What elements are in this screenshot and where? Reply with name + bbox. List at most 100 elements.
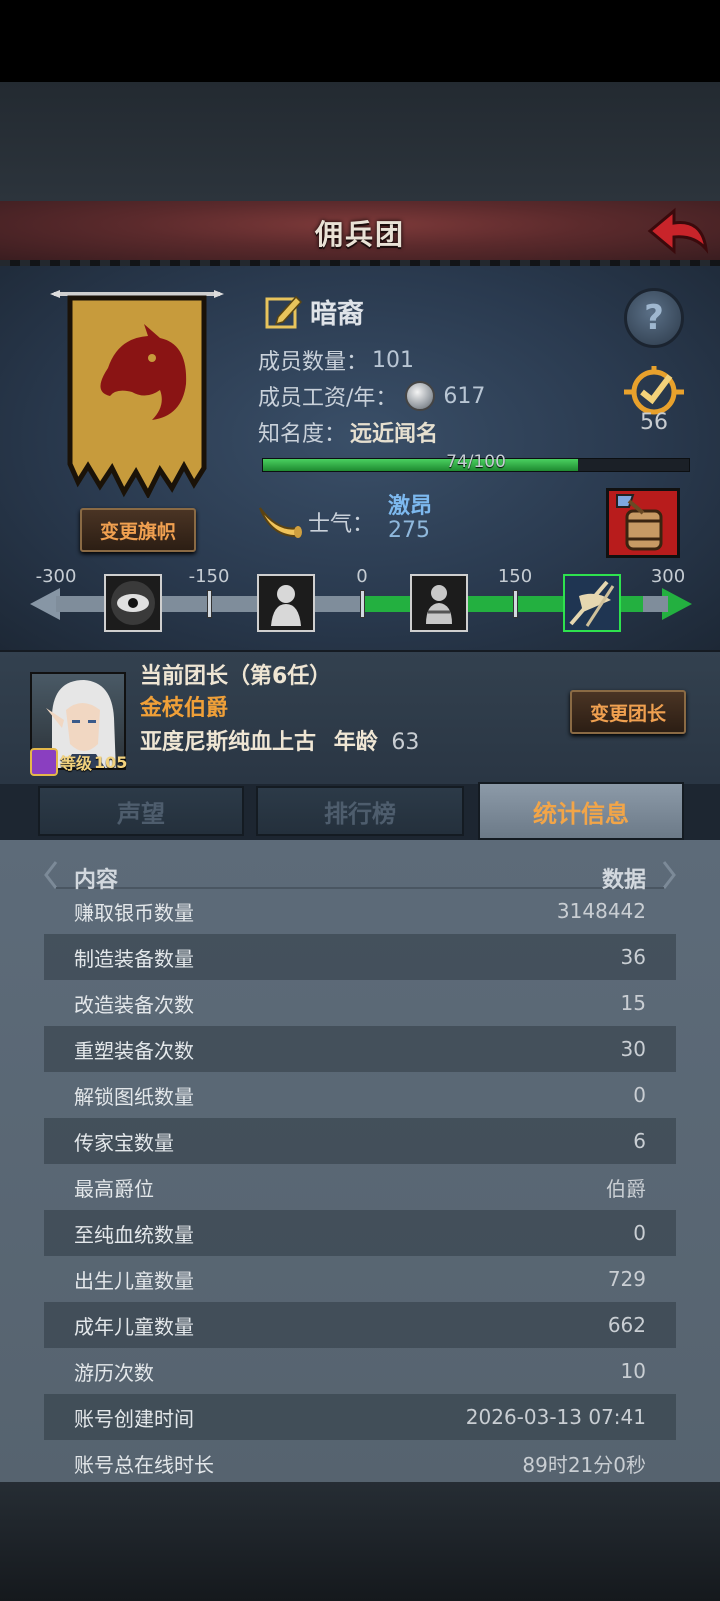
fame-level: 远近闻名 [350,422,439,447]
title-bar: 佣兵团 [0,201,720,266]
stat-value: 729 [607,1267,646,1291]
stat-name: 账号总在线时长 [74,1452,214,1475]
morale-tick-label: 300 [650,566,686,587]
table-row: 解锁图纸数量 0 [44,1072,676,1118]
table-row: 改造装备次数 15 [44,980,676,1026]
morale-tick-label: -150 [188,566,230,587]
stat-name: 赚取银币数量 [74,900,194,925]
bottom-backdrop [0,1482,720,1601]
barrel-axe-icon [616,494,663,551]
morale-tick-label: 150 [497,566,533,587]
table-row: 至纯血统数量 0 [44,1210,676,1256]
stat-name: 至纯血统数量 [74,1222,194,1247]
statistics-list[interactable]: 赚取银币数量 3148442 制造装备数量 36 改造装备次数 15 重塑装备次数 30 解锁图… [44,900,676,1474]
column-content-header: 内容 [74,868,119,893]
morale-event-button[interactable] [606,488,680,558]
table-row: 账号总在线时长 89时21分0秒 [44,1440,676,1475]
tab-statistics[interactable]: 统计信息 [478,782,684,840]
stat-name: 成年儿童数量 [74,1314,194,1339]
stat-value: 662 [607,1313,646,1337]
tab-bar: 声望 排行榜 统计信息 [0,782,720,840]
change-leader-button[interactable]: 变更团长 [570,690,686,734]
back-button[interactable] [644,205,712,259]
silver-coin-icon [405,381,436,411]
stat-value: 6 [633,1129,646,1153]
help-button[interactable]: ? [624,288,684,348]
company-name-row: 暗裔 [264,292,364,331]
eye-icon[interactable] [103,574,162,632]
leader-rank: 金枝伯爵 [140,696,229,721]
morale-row: 士气： 激昂 275 [258,492,608,550]
war-horn-icon [259,507,302,538]
table-row: 传家宝数量 6 [44,1118,676,1164]
stat-name: 解锁图纸数量 [74,1084,194,1109]
table-header-frame [44,861,676,889]
leader-panel: 等级 105 当前团长（第6任） 金枝伯爵 亚度尼斯纯血上古 年龄 63 变更团长 [0,650,720,784]
status-bar-area [0,0,720,82]
leader-title: 当前团长（第6任） [140,664,332,689]
table-row: 成年儿童数量 662 [44,1302,676,1348]
leader-lineage: 亚度尼斯纯血上古 [140,730,317,755]
calm-figure-icon[interactable] [409,574,468,632]
wage-value: 617 [443,383,486,409]
morale-state: 激昂 [388,494,433,519]
table-row: 账号创建时间 2026-03-13 07:41 [44,1394,676,1440]
table-row: 出生儿童数量 729 [44,1256,676,1302]
stat-value: 30 [620,1037,646,1061]
change-flag-button[interactable]: 变更旗帜 [80,508,196,552]
stat-value: 伯爵 [606,1176,646,1201]
member-count-row: 成员数量： 101 [258,344,414,376]
despair-figure-icon[interactable] [256,574,315,632]
edit-name-icon[interactable] [264,293,304,331]
age-value: 63 [391,730,420,755]
fame-progress-text: 74/100 [446,452,506,472]
morale-track: -300 -150 0 150 300 [30,566,692,636]
company-info-panel: 变更旗帜 暗裔 ? 成员数量： 101 成员工资/年： 617 知名度： 远近闻… [0,266,720,650]
company-name: 暗裔 [310,299,364,330]
table-row: 游历次数 10 [44,1348,676,1394]
member-count-value: 101 [372,347,415,373]
morale-tick [360,590,365,618]
table-header: 内容 数据 [44,848,676,902]
wage-label: 成员工资/年： [258,386,398,411]
target-check-icon [624,366,684,415]
stat-value: 15 [620,991,646,1015]
table-row: 最高爵位 伯爵 [44,1164,676,1210]
banner-wolf-icon [50,290,224,498]
stat-value: 10 [620,1359,646,1383]
morale-tick [207,590,212,618]
stat-name: 重塑装备次数 [74,1038,194,1063]
morale-tick-label: 0 [356,566,368,587]
morale-tick-label: -300 [35,566,77,587]
stat-value: 0 [633,1083,646,1107]
member-count-label: 成员数量： [258,350,369,375]
wage-row: 成员工资/年： 617 [258,380,485,412]
stat-name: 出生儿童数量 [74,1268,194,1293]
table-row: 制造装备数量 36 [44,934,676,980]
leader-lineage-row: 亚度尼斯纯血上古 年龄 63 [140,724,419,756]
level-label: 等级 [60,754,93,773]
tab-reputation[interactable]: 声望 [38,786,244,836]
stat-name: 游历次数 [74,1360,154,1385]
question-icon: ? [644,298,664,338]
stat-name: 账号创建时间 [74,1406,194,1431]
level-gem-icon [30,748,58,776]
table-row: 赚取银币数量 3148442 [44,900,676,934]
stat-value: 3148442 [556,900,646,923]
rank-badge[interactable]: 56 [622,366,686,436]
tab-ranking[interactable]: 排行榜 [256,786,464,836]
morale-value: 275 [388,518,430,543]
fame-row: 知名度： 远近闻名 [258,416,438,448]
morale-label: 士气： [308,512,375,537]
table-row: 重塑装备次数 30 [44,1026,676,1072]
victory-banner-icon[interactable] [562,574,621,632]
stat-value: 2026-03-13 07:41 [465,1405,646,1429]
stat-name: 传家宝数量 [74,1130,174,1155]
stat-name: 制造装备数量 [74,946,194,971]
rank-badge-value: 56 [640,410,668,435]
stat-name: 改造装备次数 [74,992,194,1017]
column-data-header: 数据 [601,868,646,893]
page-title: 佣兵团 [314,218,405,251]
stat-value: 0 [633,1221,646,1245]
statistics-panel: 内容 数据 赚取银币数量 3148442 制造装备数量 36 改造装备次数 15 重塑装备次… [0,840,720,1482]
